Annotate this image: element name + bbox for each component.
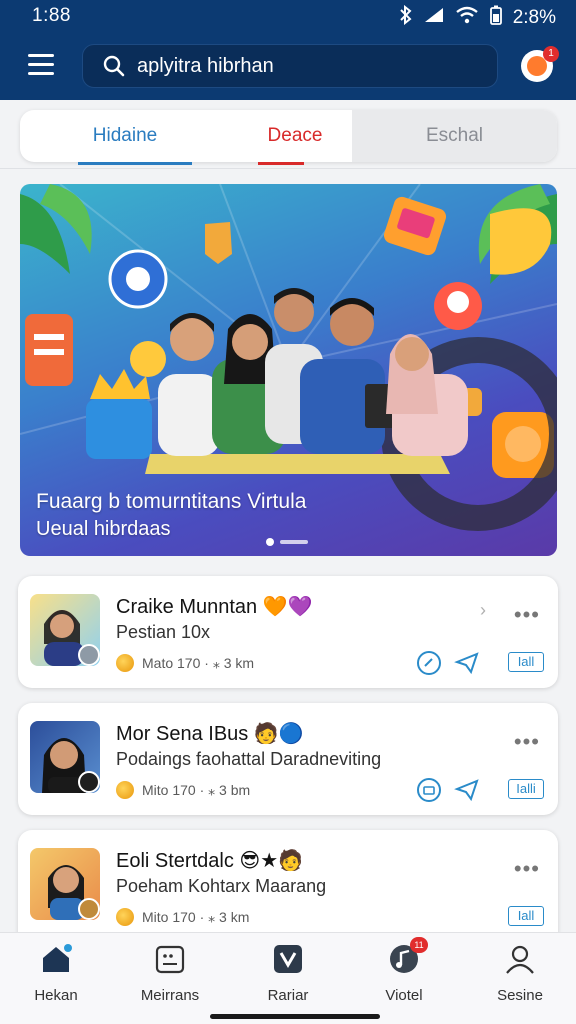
verified-badge-icon	[78, 898, 100, 920]
wifi-icon	[455, 6, 479, 30]
tab-eschal[interactable]: Eschal	[352, 110, 557, 162]
search-query: aplyitra hibrhan	[137, 55, 274, 77]
emoji-icon: 🧑🔵	[253, 723, 304, 745]
notification-badge: 11	[410, 937, 428, 953]
card-title: Craike Munntan 🧡💜	[116, 596, 313, 618]
emoji-icon: 😎★🧑	[239, 850, 304, 872]
notification-button[interactable]: 1	[521, 46, 559, 82]
app-header: 1:88 2:8% aplyitra hibrhan 1	[0, 0, 576, 100]
nav-item-meirrans[interactable]: Meirrans	[120, 943, 220, 1004]
chevron-right-icon[interactable]: ›	[480, 600, 486, 621]
notification-badge: 1	[543, 46, 559, 62]
card-title: Mor Sena IBus 🧑🔵	[116, 723, 304, 745]
avatar	[30, 594, 100, 666]
signal-icon	[423, 6, 445, 30]
banner-subtitle: Ueual hibrdaas	[36, 518, 171, 540]
hamburger-menu-icon[interactable]	[28, 54, 54, 76]
profile-icon	[504, 943, 536, 975]
nav-label: Rariar	[267, 987, 309, 1004]
list-item[interactable]: Mor Sena IBus 🧑🔵 Podaings faohattal Dara…	[18, 703, 558, 815]
tag-button[interactable]: Iall	[508, 906, 544, 926]
coin-icon	[116, 908, 134, 926]
status-icons: 2:8%	[399, 4, 556, 31]
card-subtitle: Pestian 10x	[116, 622, 211, 642]
tab-hidaine[interactable]: Hidaine	[20, 110, 230, 162]
tag-button[interactable]: Iall	[508, 652, 544, 672]
search-input[interactable]: aplyitra hibrhan	[82, 44, 498, 88]
tab-deace[interactable]: Deace	[230, 110, 360, 162]
divider	[0, 168, 576, 169]
tab-indicator-active	[78, 162, 192, 165]
send-icon[interactable]	[454, 777, 480, 803]
list-item[interactable]: Craike Munntan 🧡💜 Pestian 10x Mato 170 ·…	[18, 576, 558, 688]
avatar	[30, 721, 100, 793]
verified-badge-icon	[78, 644, 100, 666]
search-icon	[103, 55, 125, 77]
nav-item-viotel[interactable]: 11 Viotel	[354, 937, 454, 1004]
battery-percent: 2:8%	[512, 7, 556, 28]
chat-icon[interactable]	[416, 650, 442, 676]
nav-item-home[interactable]: Hekan	[6, 943, 106, 1004]
chat-icon[interactable]	[416, 777, 442, 803]
nav-label: Viotel	[385, 987, 423, 1004]
card-title: Eoli Stertdalc 😎★🧑	[116, 850, 304, 872]
card-meta: Mato 170 · ⁎ 3 km	[116, 654, 254, 672]
more-options-icon[interactable]: •••	[514, 602, 540, 628]
nav-item-rariar[interactable]: Rariar	[238, 943, 338, 1004]
emoji-icon: 🧡💜	[262, 596, 313, 618]
tab-indicator-secondary	[258, 162, 304, 165]
carousel-dot	[280, 540, 308, 544]
music-icon: 11	[388, 937, 428, 975]
calendar-icon	[154, 943, 186, 975]
tag-button[interactable]: Ialli	[508, 779, 544, 799]
card-meta: Mito 170 · ⁎ 3 bm	[116, 781, 250, 799]
card-subtitle: Poeham Kohtarx Maarang	[116, 876, 327, 896]
card-meta: Mito 170 · ⁎ 3 km	[116, 908, 249, 926]
tab-bar: Hidaine Deace Eschal	[20, 110, 557, 162]
status-time: 1:88	[32, 5, 71, 26]
verified-badge-icon	[78, 771, 100, 793]
more-options-icon[interactable]: •••	[514, 856, 540, 882]
bluetooth-icon	[399, 4, 413, 31]
home-indicator	[210, 1014, 380, 1019]
carousel-indicator	[266, 538, 308, 546]
hero-banner[interactable]: Fuaarg b tomurntitans Virtula Ueual hibr…	[20, 184, 557, 556]
check-icon	[272, 943, 304, 975]
more-options-icon[interactable]: •••	[514, 729, 540, 755]
nav-label: Sesine	[497, 987, 543, 1004]
avatar	[30, 848, 100, 920]
battery-icon	[489, 5, 503, 31]
banner-title: Fuaarg b tomurntitans Virtula	[36, 490, 307, 513]
nav-label: Hekan	[34, 987, 78, 1004]
bottom-navigation: Hekan Meirrans Rariar 11 Viotel Sesine	[0, 932, 576, 1024]
carousel-dot-active	[266, 538, 274, 546]
nav-item-profile[interactable]: Sesine	[470, 943, 570, 1004]
home-icon	[40, 943, 72, 975]
coin-icon	[116, 781, 134, 799]
status-bar: 1:88 2:8%	[0, 0, 576, 32]
coin-icon	[116, 654, 134, 672]
nav-label: Meirrans	[140, 987, 200, 1004]
card-subtitle: Podaings faohattal Daradneviting	[116, 749, 382, 769]
send-icon[interactable]	[454, 650, 480, 676]
